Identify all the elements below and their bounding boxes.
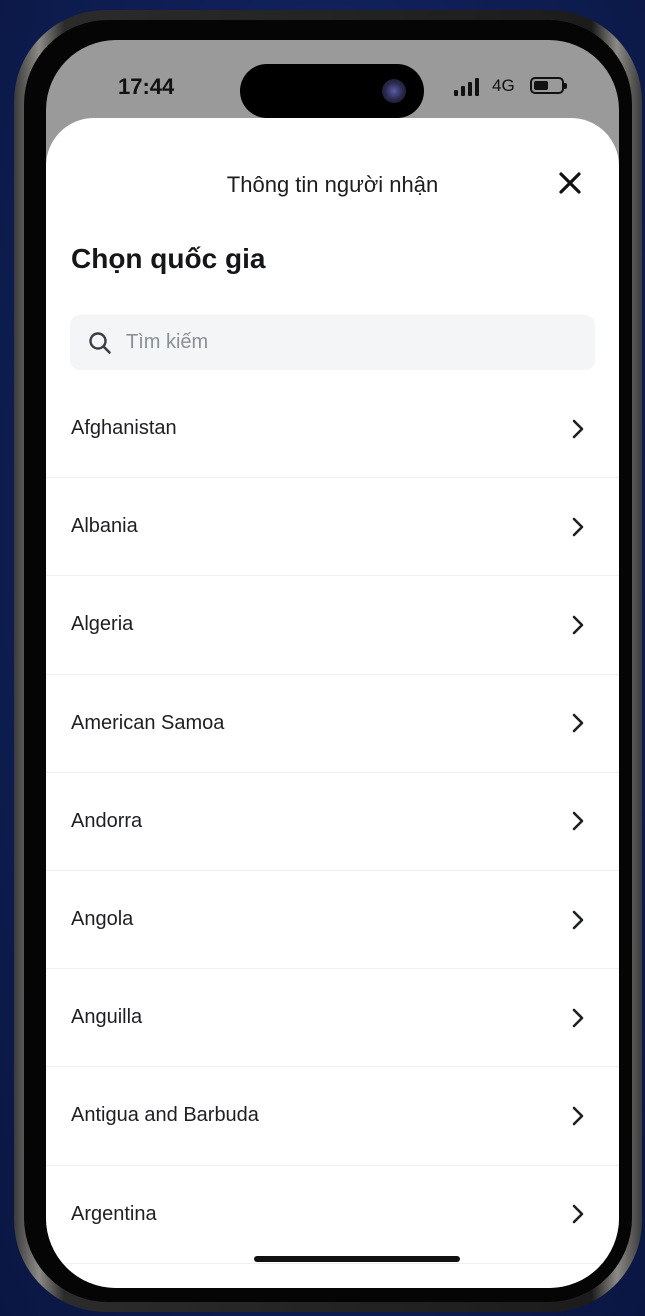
search-input[interactable]: [126, 331, 526, 354]
network-type: 4G: [492, 76, 515, 95]
country-label: Algeria: [71, 613, 134, 636]
country-label: Argentina: [71, 1202, 157, 1225]
dynamic-island: [240, 64, 424, 118]
search-bar[interactable]: [70, 315, 595, 370]
country-row[interactable]: Algeria: [46, 576, 619, 675]
chevron-right-icon: [572, 1008, 584, 1028]
country-row[interactable]: Andorra: [46, 773, 619, 871]
status-time: 17:44: [118, 74, 175, 99]
country-label: Anguilla: [71, 1006, 143, 1029]
country-row[interactable]: Anguilla: [46, 969, 619, 1068]
signal-icon: [454, 78, 479, 96]
country-row[interactable]: Albania: [46, 478, 619, 577]
country-row[interactable]: Antigua and Barbuda: [46, 1067, 619, 1166]
chevron-right-icon: [572, 910, 584, 929]
country-label: Antigua and Barbuda: [71, 1104, 259, 1127]
country-row[interactable]: Afghanistan: [46, 380, 619, 479]
camera-icon: [382, 79, 406, 103]
chevron-right-icon: [572, 1204, 584, 1224]
country-label: Andorra: [71, 809, 143, 832]
chevron-right-icon: [572, 713, 584, 733]
close-icon: [559, 172, 581, 194]
country-row[interactable]: Angola: [46, 871, 619, 970]
chevron-right-icon: [572, 419, 584, 438]
chevron-right-icon: [572, 517, 584, 537]
country-label: Afghanistan: [71, 417, 177, 440]
country-row[interactable]: Argentina: [46, 1166, 619, 1264]
phone-screen: 17:44 4G Thông tin người nhận Chọn quốc …: [46, 40, 619, 1288]
status-bar: 17:44 4G: [46, 40, 619, 128]
page-title: Chọn quốc gia: [71, 243, 266, 274]
modal-sheet: Thông tin người nhận Chọn quốc gia Afgha…: [46, 118, 619, 1288]
country-label: Angola: [71, 908, 134, 931]
home-indicator[interactable]: [254, 1256, 460, 1262]
country-list: Afghanistan Albania Algeria American Samoa A…: [46, 380, 619, 1264]
header-title: Thông tin người nhận: [226, 172, 439, 197]
country-label: Albania: [71, 515, 138, 538]
search-icon: [89, 331, 111, 354]
chevron-right-icon: [572, 812, 584, 831]
country-label: American Samoa: [71, 711, 225, 734]
battery-icon: [530, 77, 567, 94]
country-row[interactable]: American Samoa: [46, 675, 619, 773]
chevron-right-icon: [572, 1106, 584, 1126]
chevron-right-icon: [572, 615, 584, 635]
close-button[interactable]: [555, 168, 585, 198]
